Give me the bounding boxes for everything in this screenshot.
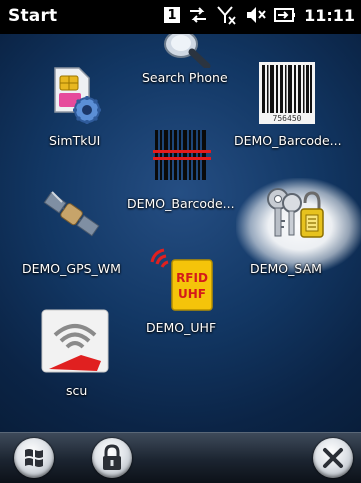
windows-start-icon xyxy=(25,449,43,467)
search-phone-icon xyxy=(164,34,211,68)
rfid-uhf-icon: RFID UHF xyxy=(150,248,213,311)
battery-charging-icon[interactable] xyxy=(274,5,296,25)
app-demo-gps-wm[interactable] xyxy=(38,186,104,246)
start-title[interactable]: Start xyxy=(8,6,57,26)
status-icons: 1 11:11 xyxy=(164,5,355,25)
status-bar: Start 1 11:11 xyxy=(0,0,361,34)
barcode-icon: 756450 xyxy=(259,62,315,124)
scu-wifi-icon xyxy=(41,309,109,373)
app-label-demo-sam: DEMO_SAM xyxy=(250,261,322,276)
lock-button[interactable] xyxy=(92,438,132,478)
close-icon xyxy=(323,448,343,468)
app-label-simtkui: SimTkUI xyxy=(49,133,101,148)
no-signal-icon[interactable] xyxy=(216,5,238,25)
app-label-demo-gps-wm: DEMO_GPS_WM xyxy=(22,261,121,276)
taskbar xyxy=(0,432,361,483)
data-sync-icon[interactable] xyxy=(187,5,209,25)
close-button[interactable] xyxy=(313,438,353,478)
speaker-muted-icon[interactable] xyxy=(245,5,267,25)
lock-icon xyxy=(103,444,121,470)
clock[interactable]: 11:11 xyxy=(304,6,355,25)
app-label-demo-barcode-2: DEMO_Barcode... xyxy=(127,196,235,211)
app-label-search-phone: Search Phone xyxy=(142,70,228,85)
rfid-text: RFID xyxy=(176,271,208,285)
app-label-demo-uhf: DEMO_UHF xyxy=(146,320,217,335)
uhf-text: UHF xyxy=(178,287,206,301)
sim-gear-icon xyxy=(54,67,101,124)
start-button[interactable] xyxy=(14,438,54,478)
app-demo-barcode-1[interactable]: 756450 xyxy=(255,62,319,128)
satellite-icon xyxy=(43,191,100,237)
barcode-laser-icon xyxy=(153,130,211,180)
barcode-digits: 756450 xyxy=(273,114,302,123)
app-label-scu: scu xyxy=(66,383,88,398)
app-label-demo-barcode-1: DEMO_Barcode... xyxy=(234,133,342,148)
app-demo-sam[interactable] xyxy=(258,185,328,247)
app-scu[interactable] xyxy=(40,309,110,375)
app-demo-barcode-2[interactable] xyxy=(148,128,216,188)
keys-lock-icon xyxy=(267,188,324,238)
app-demo-uhf[interactable]: RFID UHF xyxy=(148,244,218,316)
notification-badge[interactable]: 1 xyxy=(164,7,181,23)
